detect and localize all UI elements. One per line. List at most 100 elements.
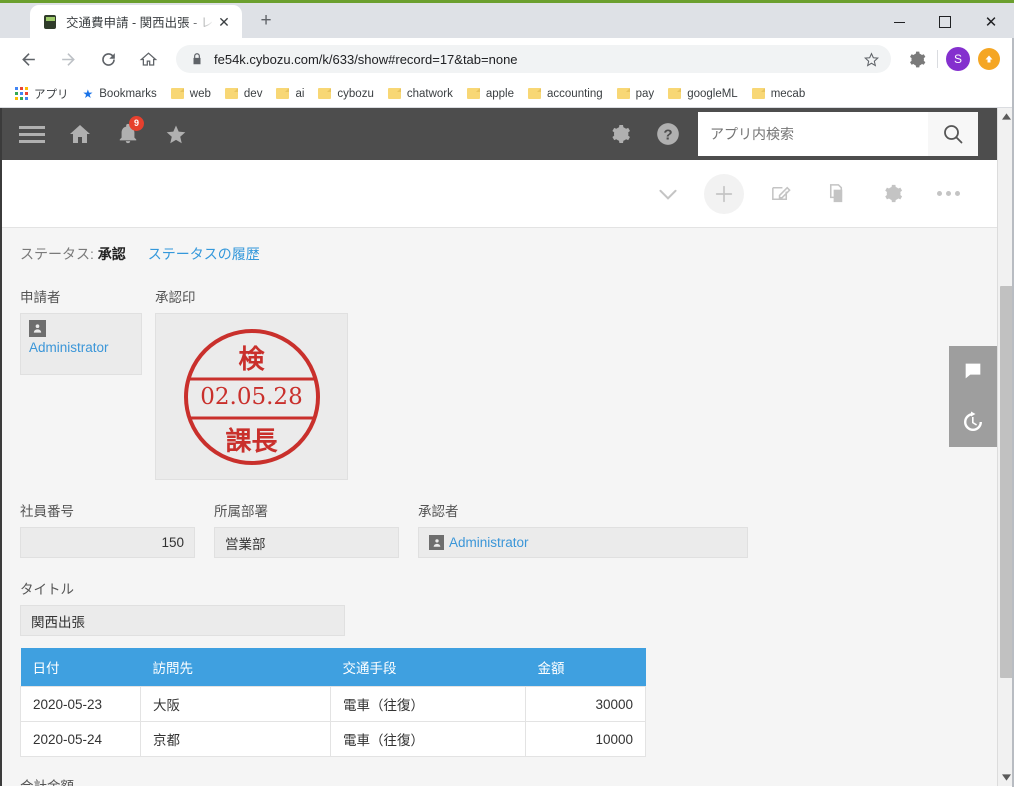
bookmark-item-dev[interactable]: dev: [218, 83, 270, 105]
folder-icon: [170, 88, 184, 99]
bookmark-label: Bookmarks: [99, 87, 157, 100]
column-header-date: 日付: [20, 648, 141, 687]
page-left-edge: [0, 108, 2, 786]
bookmark-item-apple[interactable]: apple: [460, 83, 521, 105]
favorites-star-icon[interactable]: [152, 108, 200, 160]
back-button[interactable]: [13, 44, 43, 74]
cell-transport: 電車（往復）: [330, 686, 526, 722]
bookmark-item-accounting[interactable]: accounting: [521, 83, 610, 105]
lock-icon: [190, 52, 204, 66]
bookmark-item-googleml[interactable]: googleML: [661, 83, 745, 105]
bookmark-item-mecab[interactable]: mecab: [745, 83, 813, 105]
bookmark-item-pay[interactable]: pay: [610, 83, 662, 105]
bookmark-item-apps[interactable]: アプリ: [8, 83, 76, 105]
browser-window: 交通費申請 - 関西出張 - レコードの ✕ + ✕ fe54k.cybozu.…: [0, 0, 1014, 787]
table-row: 2020-05-23 大阪 電車（往復） 30000: [20, 686, 646, 722]
bookmark-item-chatwork[interactable]: chatwork: [381, 83, 460, 105]
settings-gear-icon[interactable]: [596, 108, 644, 160]
field-title: タイトル 関西出張: [20, 578, 1014, 636]
field-approval-stamp: 承認印 検 02.05.28 課長: [155, 286, 348, 480]
folder-icon: [276, 88, 290, 99]
bookmark-label: cybozu: [337, 87, 374, 100]
status-value: 承認: [97, 246, 126, 262]
extension-gear-icon[interactable]: [903, 46, 929, 72]
department-value: 営業部: [214, 527, 399, 558]
notifications-bell-icon[interactable]: 9: [104, 108, 152, 160]
update-icon[interactable]: [978, 48, 1000, 70]
toolbar-divider: [937, 50, 938, 68]
field-applicant: 申請者 Administrator: [20, 286, 155, 480]
record-settings-gear-icon[interactable]: [872, 174, 912, 214]
kintone-header-right: ?: [596, 108, 1014, 160]
folder-icon: [318, 88, 332, 99]
comments-icon[interactable]: [958, 356, 988, 386]
chevron-down-icon[interactable]: [648, 174, 688, 214]
tab-favicon-icon: [42, 14, 58, 30]
help-icon[interactable]: ?: [644, 108, 692, 160]
field-total-amount: 合計金額 40000: [20, 775, 1014, 786]
search-icon[interactable]: [928, 112, 978, 156]
record-toolbar: [0, 160, 1014, 228]
applicant-name[interactable]: Administrator: [29, 340, 133, 355]
tab-close-icon[interactable]: ✕: [214, 12, 234, 32]
title-value: 関西出張: [20, 605, 345, 636]
duplicate-record-icon[interactable]: [816, 174, 856, 214]
forward-button[interactable]: [53, 44, 83, 74]
browser-tab[interactable]: 交通費申請 - 関西出張 - レコードの ✕: [30, 5, 242, 38]
window-controls: ✕: [876, 6, 1014, 38]
folder-icon: [751, 88, 765, 99]
history-icon[interactable]: [958, 407, 988, 437]
applicant-stamp-row: 申請者 Administrator 承認印 検 02.05.28 課長: [20, 286, 1014, 480]
field-label: 社員番号: [20, 504, 74, 519]
kintone-global-header: 9 ?: [0, 108, 1014, 160]
window-minimize-button[interactable]: [876, 6, 922, 38]
bookmark-item-bookmarks[interactable]: ★ Bookmarks: [76, 83, 164, 105]
home-button[interactable]: [133, 44, 163, 74]
employee-no-value: 150: [20, 527, 195, 558]
applicant-user-card: Administrator: [20, 313, 142, 375]
bookmark-item-cybozu[interactable]: cybozu: [311, 83, 380, 105]
tab-title: 交通費申請 - 関西出張 - レコードの: [66, 16, 214, 30]
app-search-box[interactable]: [698, 112, 978, 156]
search-input[interactable]: [698, 113, 928, 155]
status-history-link[interactable]: ステータスの履歴: [148, 244, 260, 264]
folder-icon: [466, 88, 480, 99]
menu-hamburger-icon[interactable]: [8, 108, 56, 160]
more-options-icon[interactable]: [928, 174, 968, 214]
field-label: タイトル: [20, 582, 74, 597]
cell-date: 2020-05-23: [20, 686, 141, 722]
cell-destination: 大阪: [140, 686, 331, 722]
edit-record-icon[interactable]: [760, 174, 800, 214]
reload-button[interactable]: [93, 44, 123, 74]
folder-icon: [224, 88, 238, 99]
approver-name[interactable]: Administrator: [449, 535, 529, 550]
cell-date: 2020-05-24: [20, 721, 141, 757]
hanko-stamp-icon: 検 02.05.28 課長: [182, 327, 322, 467]
bookmark-item-ai[interactable]: ai: [269, 83, 311, 105]
cell-amount: 30000: [525, 686, 646, 722]
stamp-bottom-text: 課長: [225, 426, 278, 457]
bookmark-item-web[interactable]: web: [164, 83, 218, 105]
add-record-button[interactable]: [704, 173, 744, 214]
field-employee-no: 社員番号 150: [20, 500, 195, 558]
browser-toolbar: fe54k.cybozu.com/k/633/show#record=17&ta…: [0, 38, 1014, 80]
bookmark-label: アプリ: [34, 88, 69, 101]
table-row: 2020-05-24 京都 電車（往復） 10000: [20, 721, 646, 757]
field-department: 所属部署 営業部: [214, 500, 399, 558]
new-tab-button[interactable]: +: [252, 7, 280, 35]
window-maximize-button[interactable]: [922, 6, 968, 38]
browser-titlebar: 交通費申請 - 関西出張 - レコードの ✕ + ✕: [0, 0, 1014, 38]
record-content: ステータス: 承認 ステータスの履歴 申請者 Administrator 承認印…: [0, 228, 1014, 786]
approval-stamp-box: 検 02.05.28 課長: [155, 313, 348, 480]
profile-avatar[interactable]: S: [946, 47, 970, 71]
bookmark-label: accounting: [547, 87, 603, 100]
cell-destination: 京都: [140, 721, 331, 757]
user-avatar-icon: [429, 535, 444, 550]
folder-icon: [668, 88, 682, 99]
address-bar[interactable]: fe54k.cybozu.com/k/633/show#record=17&ta…: [176, 45, 891, 73]
svg-text:?: ?: [663, 126, 672, 143]
window-close-button[interactable]: ✕: [968, 6, 1014, 38]
bookmark-star-icon[interactable]: [857, 45, 885, 73]
notification-badge: 9: [129, 116, 144, 131]
home-icon[interactable]: [56, 108, 104, 160]
